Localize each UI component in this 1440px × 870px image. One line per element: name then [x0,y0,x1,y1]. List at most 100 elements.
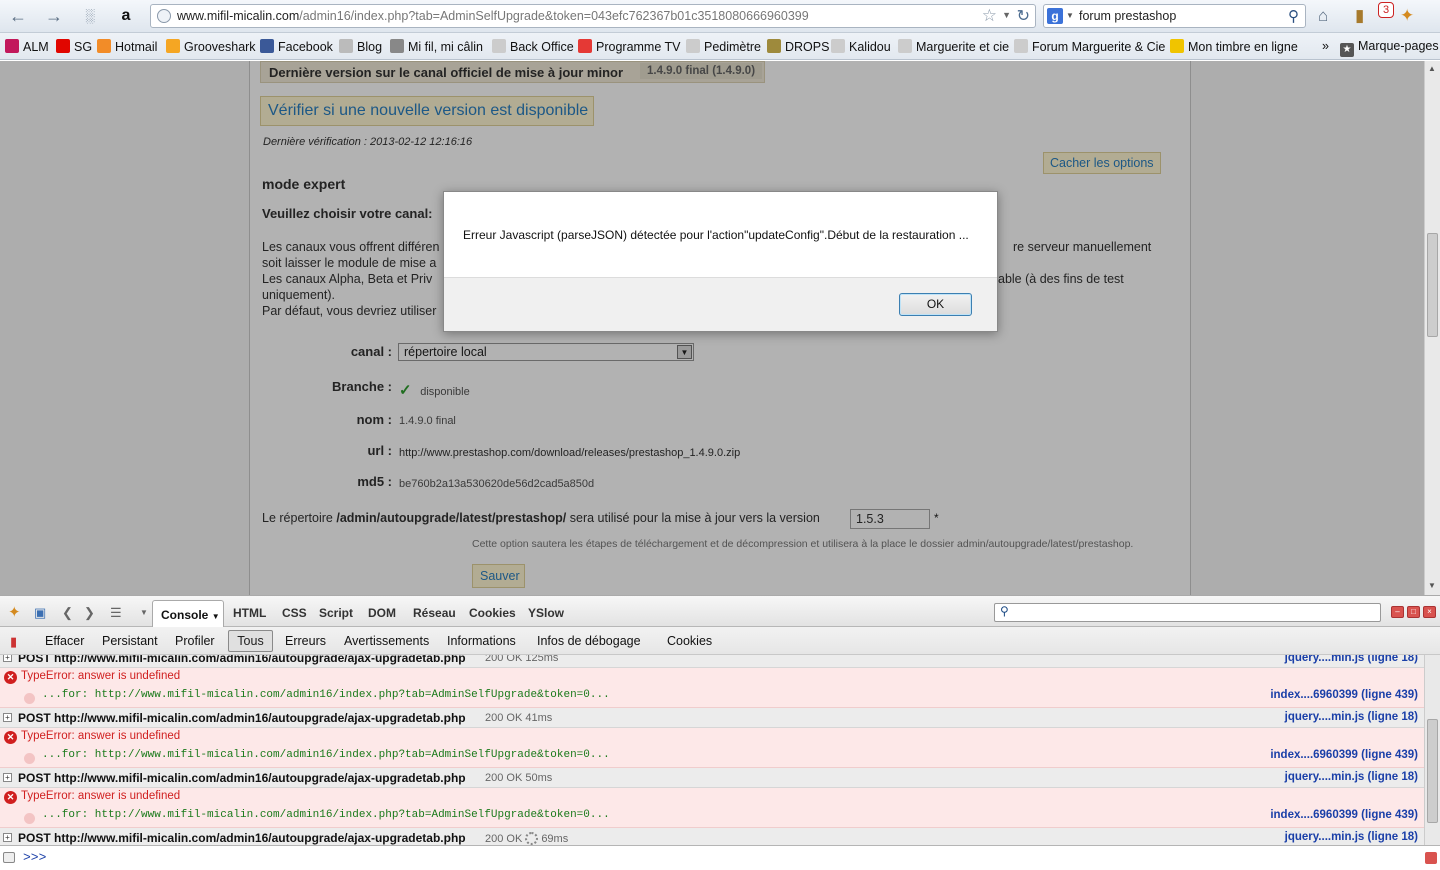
expand-icon[interactable]: + [3,773,12,782]
back-arrow-icon[interactable]: ← [6,5,30,27]
persist-button[interactable]: Persistant [102,634,158,648]
notification-badge[interactable]: 3 [1378,2,1394,18]
request-url[interactable]: POST http://www.mifil-micalin.com/admin1… [18,711,466,725]
chevron-down-icon[interactable]: ▼ [212,612,220,621]
table-row[interactable]: + POST http://www.mifil-micalin.com/admi… [0,768,1424,788]
table-row[interactable]: + POST http://www.mifil-micalin.com/admi… [0,655,1424,668]
bookmark-item[interactable]: SG [56,39,92,54]
command-editor-icon[interactable] [3,852,15,863]
bookmark-item[interactable]: Pedimètre [686,39,761,54]
command-line[interactable]: >>> [0,845,1440,870]
tab-html[interactable]: HTML [233,606,266,620]
tab-yslow[interactable]: YSlow [528,606,564,620]
source-link[interactable]: jquery....min.js (ligne 18) [1285,655,1418,664]
amazon-icon[interactable]: a [114,5,138,27]
bookmark-item[interactable]: Back Office [492,39,574,54]
chevron-down-icon[interactable]: ▼ [1066,11,1074,20]
tab-dom[interactable]: DOM [368,606,396,620]
chevron-right-icon[interactable]: ❯ [84,605,95,621]
page-scrollbar[interactable]: ▲ ▼ [1424,61,1440,595]
scrollbar-thumb[interactable] [1427,233,1438,337]
clear-button[interactable]: Effacer [45,634,84,648]
scroll-up-icon[interactable]: ▲ [1428,64,1436,73]
menu-icon[interactable]: ☰ [110,605,122,621]
tab-console[interactable]: Console ▼ [152,600,224,627]
chevron-down-icon[interactable]: ▼ [1002,10,1011,20]
source-link[interactable]: index....6960399 (ligne 439) [1270,749,1418,761]
minimize-icon[interactable]: – [1391,606,1404,618]
bookmark-item[interactable]: Kalidou [831,39,891,54]
source-link[interactable]: index....6960399 (ligne 439) [1270,689,1418,701]
bookmark-item[interactable]: Mi fil, mi câlin [390,39,483,54]
source-link[interactable]: index....6960399 (ligne 439) [1270,809,1418,821]
table-row[interactable]: + POST http://www.mifil-micalin.com/admi… [0,708,1424,728]
bookmark-item[interactable]: ALM [5,39,49,54]
clear-command-icon[interactable] [1425,852,1437,864]
bookmark-item[interactable]: Marguerite et cie [898,39,1009,54]
tab-script[interactable]: Script [319,606,353,620]
chevron-left-icon[interactable]: ❮ [62,605,73,621]
signal-bars-icon[interactable]: ░ [78,5,102,27]
bookmark-item[interactable]: Forum Marguerite & Cie [1014,39,1165,54]
bookmark-item[interactable]: Grooveshark [166,39,256,54]
expand-icon[interactable]: + [3,713,12,722]
reload-icon[interactable]: ↻ [1017,6,1030,26]
table-row[interactable]: + POST http://www.mifil-micalin.com/admi… [0,828,1424,845]
search-query[interactable]: forum prestashop [1079,9,1176,23]
bookmarks-menu[interactable]: ★ Marque-pages [1340,39,1439,57]
bookmark-item[interactable]: Hotmail [97,39,157,54]
tab-network[interactable]: Réseau [413,606,456,620]
bookmark-star-icon[interactable]: ☆ [982,6,997,26]
request-url[interactable]: POST http://www.mifil-micalin.com/admin1… [18,655,466,665]
source-link[interactable]: jquery....min.js (ligne 18) [1285,771,1418,783]
table-row[interactable]: ✕ TypeError: answer is undefined ...for:… [0,788,1424,828]
home-icon[interactable]: ⌂ [1318,6,1328,26]
scrollbar-thumb[interactable] [1427,719,1438,823]
address-bar[interactable]: www.mifil-micalin.com/admin16/index.php?… [150,4,1036,28]
bookmarks-more-chevron[interactable]: » [1322,39,1329,53]
bookmark-item[interactable]: DROPS [767,39,829,54]
source-link[interactable]: jquery....min.js (ligne 18) [1285,711,1418,723]
bookmark-item[interactable]: Mon timbre en ligne [1170,39,1298,54]
bookmark-folder-icon[interactable]: ▮ [1355,6,1364,26]
console-scrollbar[interactable] [1424,655,1440,845]
breakpoint-dot-icon[interactable] [24,813,35,824]
bookmark-item[interactable]: Facebook [260,39,333,54]
firebug-icon[interactable]: ✦ [1400,6,1414,26]
request-url[interactable]: POST http://www.mifil-micalin.com/admin1… [18,771,466,785]
filter-debug-button[interactable]: Infos de débogage [537,634,641,648]
source-link[interactable]: jquery....min.js (ligne 18) [1285,831,1418,843]
break-on-error-icon[interactable]: ▮ [10,634,17,650]
filter-cookies-button[interactable]: Cookies [667,634,712,648]
breakpoint-dot-icon[interactable] [24,693,35,704]
inspect-icon[interactable]: ▣ [34,605,46,621]
error-trace[interactable]: ...for: http://www.mifil-micalin.com/adm… [42,809,610,821]
profile-button[interactable]: Profiler [175,634,215,648]
filter-errors-button[interactable]: Erreurs [285,634,326,648]
chevron-down-icon[interactable]: ▼ [140,608,148,617]
request-url[interactable]: POST http://www.mifil-micalin.com/admin1… [18,831,466,845]
search-bar[interactable]: g ▼ forum prestashop ⚲ [1043,4,1306,28]
tab-css[interactable]: CSS [282,606,307,620]
bookmark-item[interactable]: Blog [339,39,382,54]
search-icon[interactable]: ⚲ [1288,7,1299,25]
error-trace[interactable]: ...for: http://www.mifil-micalin.com/adm… [42,689,610,701]
table-row[interactable]: ✕ TypeError: answer is undefined ...for:… [0,728,1424,768]
address-url[interactable]: www.mifil-micalin.com/admin16/index.php?… [177,9,809,23]
detach-icon[interactable]: □ [1407,606,1420,618]
firebug-search-input[interactable]: ⚲ [994,603,1381,622]
google-icon[interactable]: g [1047,8,1063,24]
forward-arrow-icon[interactable]: → [42,5,66,27]
filter-all-button[interactable]: Tous [228,630,273,652]
firebug-icon[interactable]: ✦ [8,603,21,621]
filter-info-button[interactable]: Informations [447,634,516,648]
scroll-down-icon[interactable]: ▼ [1428,581,1436,590]
expand-icon[interactable]: + [3,655,12,662]
breakpoint-dot-icon[interactable] [24,753,35,764]
ok-button[interactable]: OK [899,293,972,316]
error-trace[interactable]: ...for: http://www.mifil-micalin.com/adm… [42,749,610,761]
filter-warnings-button[interactable]: Avertissements [344,634,429,648]
tab-cookies[interactable]: Cookies [469,606,516,620]
expand-icon[interactable]: + [3,833,12,842]
bookmark-item[interactable]: Programme TV [578,39,681,54]
